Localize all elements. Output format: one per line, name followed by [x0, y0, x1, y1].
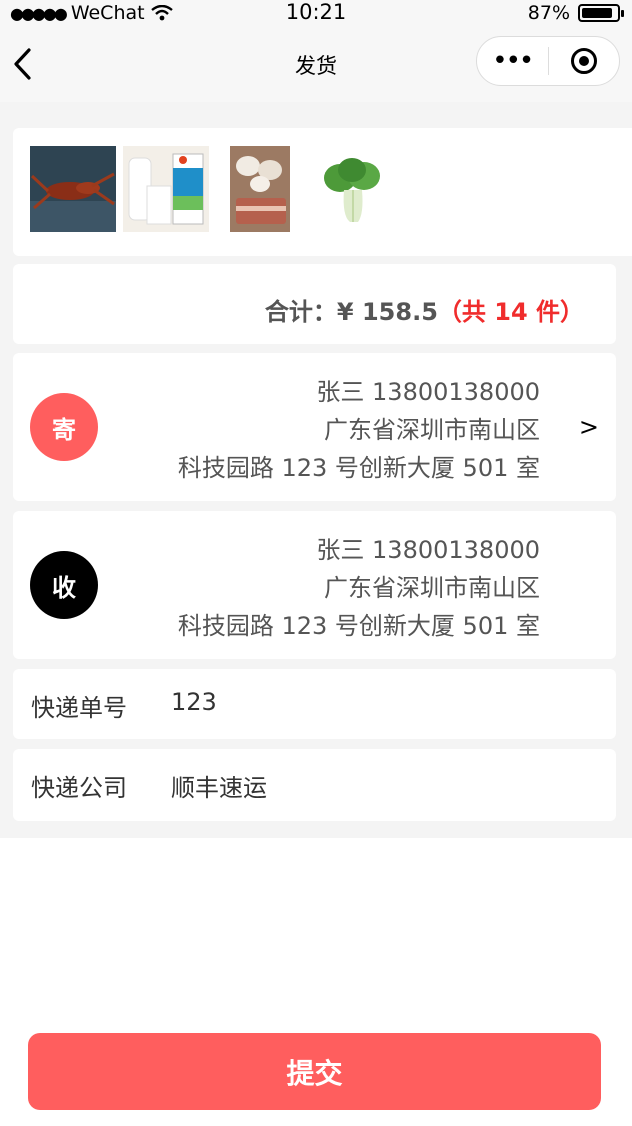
receiver-street: 科技园路 123 号创新大厦 501 室 — [177, 612, 540, 640]
order-total-card: 合计：¥ 158.5（共 14 件） — [13, 264, 616, 344]
chevron-right-icon[interactable]: > — [579, 413, 599, 441]
item-count: （共 14 件） — [437, 298, 584, 326]
submit-button[interactable]: 提交 — [28, 1033, 601, 1110]
courier-company-label: 快递公司 — [31, 774, 127, 802]
goods-card — [13, 128, 632, 256]
sender-street: 科技园路 123 号创新大厦 501 室 — [177, 454, 540, 482]
mini-program-capsule: ••• — [476, 36, 620, 86]
order-total: 合计：¥ 158.5（共 14 件） — [265, 292, 584, 327]
battery-fill — [582, 8, 612, 18]
receiver-address-card: 收 张三 13800138000 广东省深圳市南山区 科技园路 123 号创新大… — [13, 511, 616, 659]
sender-address: 张三 13800138000 广东省深圳市南山区 科技园路 123 号创新大厦 … — [178, 373, 540, 487]
sender-region: 广东省深圳市南山区 — [324, 416, 540, 444]
status-bar: ●●●●● WeChat 10:21 87% — [0, 0, 632, 28]
main-content: 合计：¥ 158.5（共 14 件） 寄 张三 13800138000 广东省深… — [0, 102, 632, 838]
sender-badge: 寄 — [30, 393, 98, 461]
sender-name-phone: 张三 13800138000 — [316, 378, 540, 406]
close-mini-program-button[interactable] — [549, 48, 620, 74]
bacon-eggs-image — [230, 146, 290, 232]
status-right: 87% — [527, 2, 624, 24]
total-amount: 合计：¥ 158.5 — [264, 298, 438, 326]
tracking-number-row: 快递单号 — [13, 669, 616, 739]
sender-address-card[interactable]: 寄 张三 13800138000 广东省深圳市南山区 科技园路 123 号创新大… — [13, 353, 616, 501]
milk-image — [123, 146, 209, 232]
more-menu-button[interactable]: ••• — [477, 46, 548, 76]
crayfish-image — [30, 146, 116, 232]
tracking-number-label: 快递单号 — [31, 694, 127, 722]
target-icon — [570, 48, 597, 74]
receiver-address: 张三 13800138000 广东省深圳市南山区 科技园路 123 号创新大厦 … — [178, 531, 540, 645]
courier-company-value[interactable]: 顺丰速运 — [171, 768, 571, 803]
battery-icon — [578, 4, 624, 22]
bok-choy-image — [310, 146, 396, 232]
courier-company-row[interactable]: 快递公司 顺丰速运 — [13, 749, 616, 821]
nav-bar: 发货 ••• — [0, 28, 632, 102]
receiver-name-phone: 张三 13800138000 — [316, 536, 540, 564]
receiver-badge: 收 — [30, 551, 98, 619]
tracking-number-input[interactable] — [171, 688, 571, 716]
receiver-region: 广东省深圳市南山区 — [324, 574, 540, 602]
battery-percent: 87% — [527, 2, 570, 24]
